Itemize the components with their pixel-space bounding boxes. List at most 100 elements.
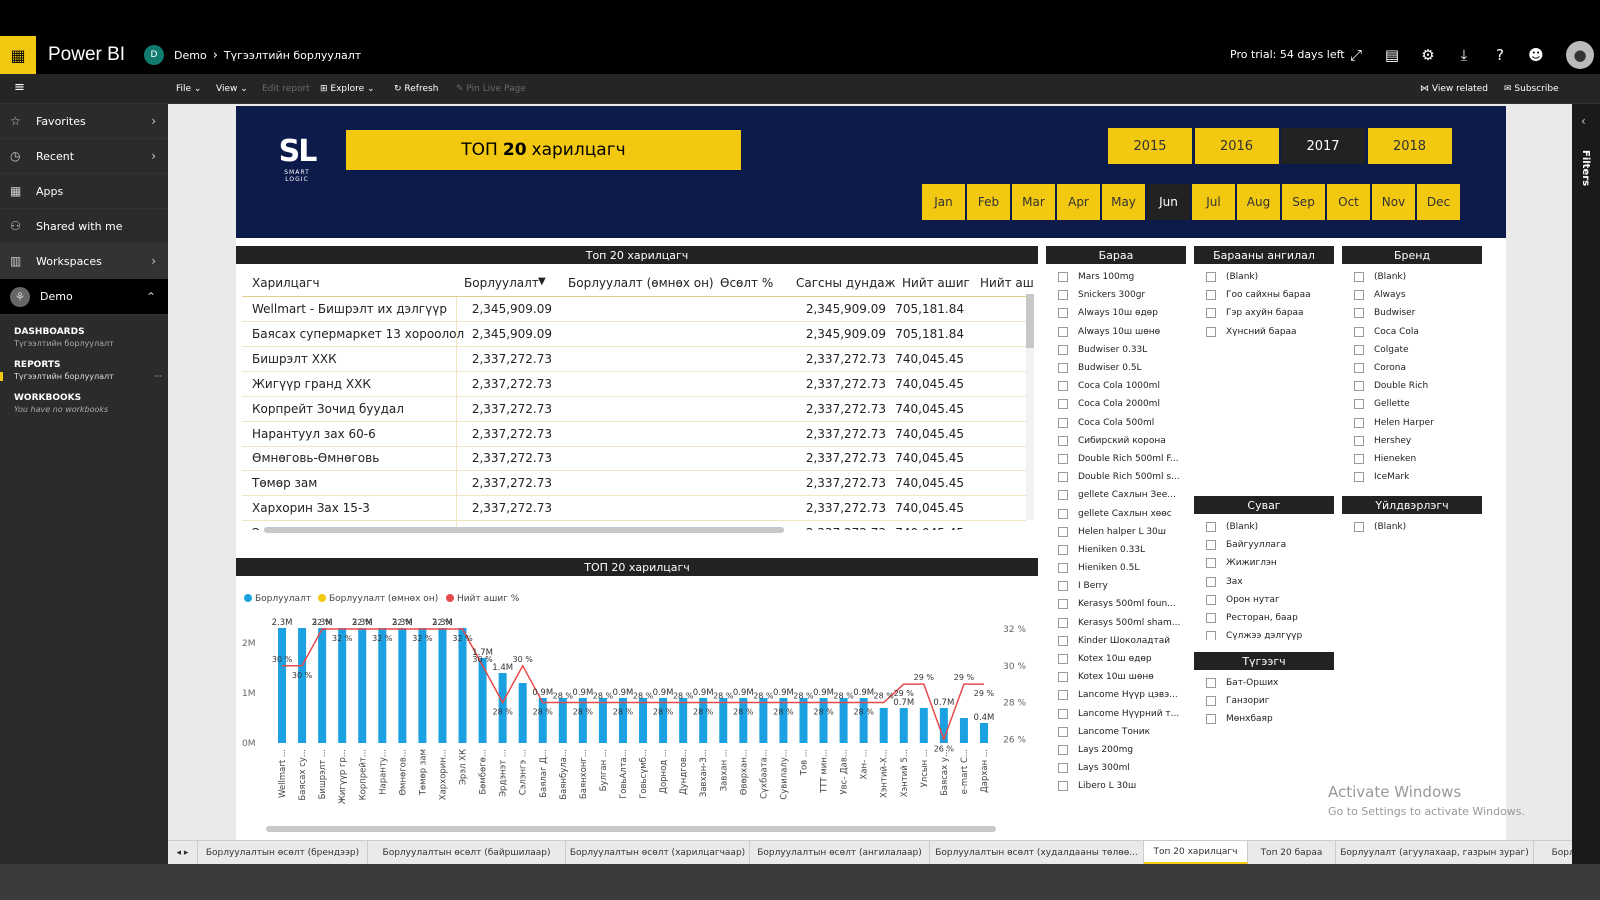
gear-icon[interactable]: ⚙: [1410, 36, 1446, 74]
month-button[interactable]: Aug: [1237, 184, 1280, 220]
table-row[interactable]: Өмнөговь-Өмнөговь 2,337,272.73 2,337,272.7…: [242, 446, 1026, 472]
nav-recent[interactable]: ◷ Recent ›: [0, 139, 168, 174]
tab-page[interactable]: Борлуулалтын өсөлт (байршилаар): [368, 841, 566, 864]
checkbox[interactable]: [1058, 672, 1068, 683]
slicer-item[interactable]: (Blank): [1206, 268, 1336, 286]
slicer-item[interactable]: Гоо сайхны бараа: [1206, 286, 1336, 304]
slicer-item[interactable]: Snickers 300gr: [1058, 286, 1188, 304]
checkbox[interactable]: [1058, 472, 1068, 483]
checkbox[interactable]: [1354, 453, 1364, 464]
slicer-item[interactable]: Hieniken 0.33L: [1058, 541, 1188, 559]
checkbox[interactable]: [1354, 399, 1364, 410]
tab-page[interactable]: Борлуулалтын өсөлт (худалдааны төлөө...: [930, 841, 1144, 864]
checkbox[interactable]: [1058, 272, 1068, 283]
checkbox[interactable]: [1058, 690, 1068, 701]
subscribe-button[interactable]: ✉ Subscribe: [1504, 84, 1559, 94]
slicer-item[interactable]: Coca Cola: [1354, 323, 1480, 341]
report-link[interactable]: Түгээлтийн борлуулалт ···: [0, 372, 168, 381]
tab-page[interactable]: Борлуулалтын өсөлт (брендээр): [198, 841, 368, 864]
view-menu[interactable]: View ⌄: [216, 84, 248, 94]
slicer-item[interactable]: Always 10ш шөнө: [1058, 323, 1188, 341]
table-header[interactable]: Борлуулалт: [464, 276, 539, 290]
slicer-item[interactable]: I Berry: [1058, 577, 1188, 595]
table-header[interactable]: Нийт ашиг: [902, 276, 970, 290]
nav-demo-workspace[interactable]: ⚘ Demo ⌃: [0, 279, 168, 315]
checkbox[interactable]: [1058, 581, 1068, 592]
table-header[interactable]: Харилцагч: [252, 276, 320, 290]
checkbox[interactable]: [1058, 544, 1068, 555]
help-icon[interactable]: ?: [1482, 36, 1518, 74]
pin-live-page-button[interactable]: ✎ Pin Live Page: [456, 84, 526, 94]
slicer-item[interactable]: Corona: [1354, 359, 1480, 377]
slicer-item[interactable]: Budwiser 0.5L: [1058, 359, 1188, 377]
checkbox[interactable]: [1058, 708, 1068, 719]
slicer-item[interactable]: Орон нутаг: [1206, 591, 1336, 609]
checkbox[interactable]: [1058, 781, 1068, 792]
table-row[interactable]: Бишрэлт ХХК 2,337,272.73 2,337,272.73 740,0…: [242, 346, 1026, 372]
month-button[interactable]: Oct: [1327, 184, 1370, 220]
checkbox[interactable]: [1354, 522, 1364, 533]
user-avatar-icon[interactable]: ●: [1566, 41, 1594, 69]
slicer-item[interactable]: Double Rich 500ml F...: [1058, 450, 1188, 468]
table-row[interactable]: Wellmart - Бишрэлт их дэлгүүр 2,345,909.0…: [242, 297, 1026, 322]
table-row[interactable]: Төмөр зам 2,337,272.73 2,337,272.73 740,045…: [242, 471, 1026, 497]
checkbox[interactable]: [1058, 563, 1068, 574]
hamburger-icon[interactable]: ≡: [14, 80, 25, 95]
table-row[interactable]: Корпрейт Зочид буудал 2,337,272.73 2,337,2…: [242, 396, 1026, 422]
slicer-item[interactable]: Budwiser: [1354, 304, 1480, 322]
checkbox[interactable]: [1058, 435, 1068, 446]
checkbox[interactable]: [1058, 508, 1068, 519]
checkbox[interactable]: [1354, 381, 1364, 392]
slicer-item[interactable]: Kinder Шоколадтай: [1058, 632, 1188, 650]
table-row[interactable]: Нарантуул зах 60-6 2,337,272.73 2,337,272.…: [242, 421, 1026, 447]
month-button[interactable]: Apr: [1057, 184, 1100, 220]
table-header[interactable]: Нийт аш: [980, 276, 1034, 290]
checkbox[interactable]: [1206, 678, 1216, 689]
slicer-item[interactable]: (Blank): [1206, 518, 1336, 536]
checkbox[interactable]: [1206, 594, 1216, 605]
explore-menu[interactable]: ⊞ Explore ⌄: [320, 84, 375, 94]
month-button[interactable]: Jun: [1147, 184, 1190, 220]
month-button[interactable]: Jan: [922, 184, 965, 220]
checkbox[interactable]: [1354, 344, 1364, 355]
checkbox[interactable]: [1058, 363, 1068, 374]
slicer-item[interactable]: Lays 200mg: [1058, 741, 1188, 759]
slicer-item[interactable]: Байгууллага: [1206, 536, 1336, 554]
table-header[interactable]: Өсөлт %: [720, 276, 773, 290]
file-menu[interactable]: File ⌄: [176, 84, 201, 94]
checkbox[interactable]: [1058, 726, 1068, 737]
edit-report-button[interactable]: Edit report: [262, 84, 310, 94]
slicer-item[interactable]: Мөнхбаяр: [1206, 710, 1336, 728]
slicer-item[interactable]: Бат-Орших: [1206, 674, 1336, 692]
slicer-item[interactable]: Gellette: [1354, 395, 1480, 413]
table-row[interactable]: Хархорин Зах 15-3 2,337,272.73 2,337,272.7…: [242, 496, 1026, 522]
slicer-item[interactable]: Double Rich: [1354, 377, 1480, 395]
month-button[interactable]: May: [1102, 184, 1145, 220]
breadcrumb-workspace[interactable]: Demo: [174, 49, 207, 62]
tab-page[interactable]: Топ 20 бараа: [1248, 841, 1336, 864]
table-hscrollbar[interactable]: [264, 527, 784, 533]
filters-pane[interactable]: ‹ Filters: [1572, 104, 1600, 864]
slicer-item[interactable]: (Blank): [1354, 268, 1480, 286]
table-row[interactable]: Баясах супермаркет 13 хороолол 2,345,909.…: [242, 321, 1026, 347]
slicer-item[interactable]: IceMark: [1354, 468, 1480, 482]
feedback-smiley-icon[interactable]: ☻: [1518, 36, 1554, 74]
checkbox[interactable]: [1354, 326, 1364, 337]
tab-scroll-arrows[interactable]: ◂ ▸: [168, 841, 198, 864]
checkbox[interactable]: [1058, 344, 1068, 355]
slicer-item[interactable]: Always: [1354, 286, 1480, 304]
year-button[interactable]: 2017: [1281, 128, 1365, 164]
slicer-item[interactable]: Kerasys 500ml sham...: [1058, 614, 1188, 632]
checkbox[interactable]: [1206, 308, 1216, 319]
slicer-item[interactable]: (Blank): [1354, 518, 1480, 536]
checkbox[interactable]: [1058, 381, 1068, 392]
checkbox[interactable]: [1206, 558, 1216, 569]
checkbox[interactable]: [1354, 363, 1364, 374]
dashboard-link[interactable]: Түгээлтийн борлуулалт: [0, 339, 168, 348]
month-button[interactable]: Jul: [1192, 184, 1235, 220]
slicer-item[interactable]: Гэр ахуйн бараа: [1206, 304, 1336, 322]
chevron-left-icon[interactable]: ‹: [1581, 114, 1600, 128]
checkbox[interactable]: [1354, 417, 1364, 428]
slicer-item[interactable]: Coca Cola 2000ml: [1058, 395, 1188, 413]
year-button[interactable]: 2018: [1367, 128, 1452, 164]
